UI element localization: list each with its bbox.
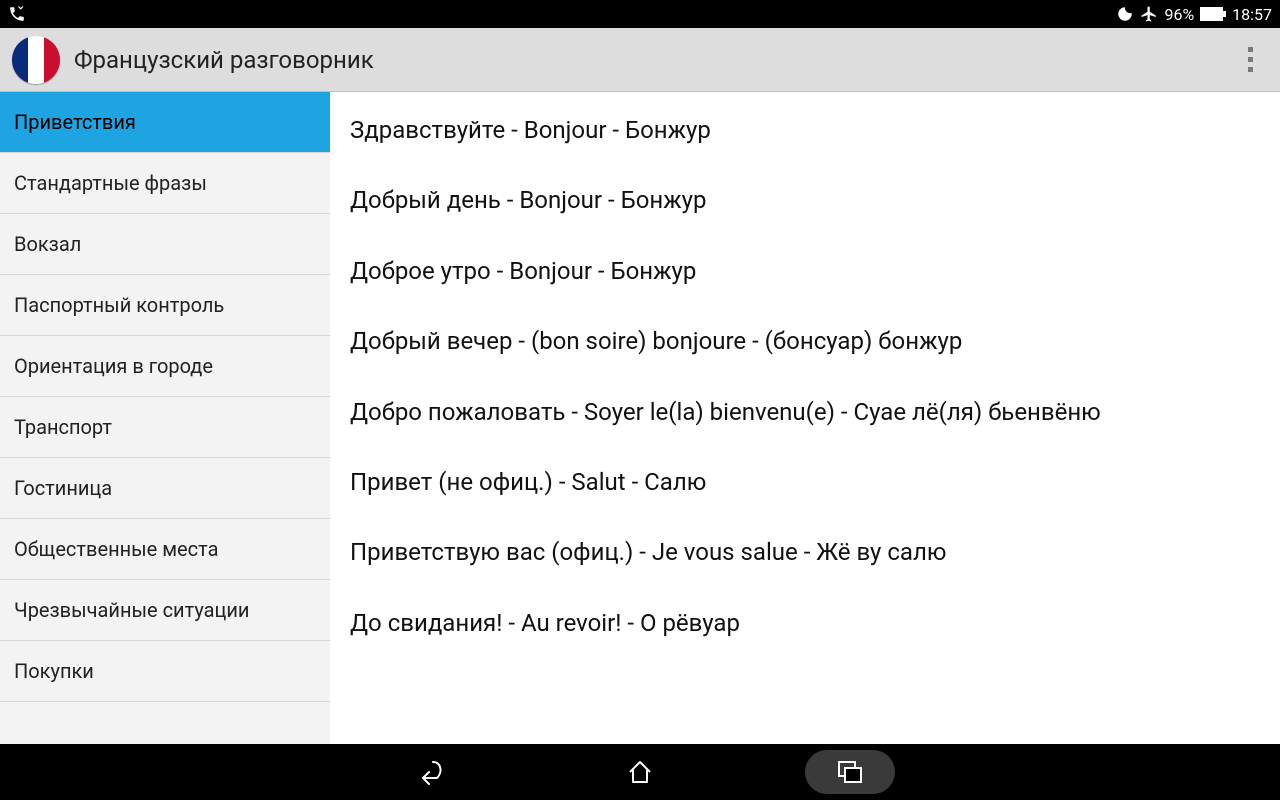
phrase-item[interactable]: Здравствуйте - Bonjour - Бонжур (350, 114, 1262, 146)
sidebar-item-category[interactable]: Паспортный контроль (0, 275, 330, 336)
phrase-item[interactable]: Привет (не офиц.) - Salut - Салю (350, 466, 1262, 498)
app-title: Французский разговорник (74, 46, 1232, 74)
battery-percentage: 96% (1164, 5, 1194, 24)
main-content: ПриветствияСтандартные фразыВокзалПаспор… (0, 92, 1280, 744)
battery-icon (1200, 7, 1226, 21)
back-button[interactable] (385, 750, 475, 794)
recent-apps-button[interactable] (805, 750, 895, 794)
sidebar-item-category[interactable]: Приветствия (0, 92, 330, 153)
status-bar: 96% 18:57 (0, 0, 1280, 28)
sidebar-item-category[interactable]: Транспорт (0, 397, 330, 458)
app-bar: Французский разговорник (0, 28, 1280, 92)
sidebar-item-category[interactable]: Чрезвычайные ситуации (0, 580, 330, 641)
phrase-item[interactable]: Добрый вечер - (bon soire) bonjoure - (б… (350, 325, 1262, 357)
overflow-menu-button[interactable] (1232, 36, 1268, 84)
sidebar-item-category[interactable]: Вокзал (0, 214, 330, 275)
category-sidebar: ПриветствияСтандартные фразыВокзалПаспор… (0, 92, 330, 744)
home-button[interactable] (595, 750, 685, 794)
phrase-item[interactable]: До свидания! - Au revoir! - О рёвуар (350, 607, 1262, 639)
moon-icon (1116, 5, 1134, 23)
airplane-icon (1140, 5, 1158, 23)
status-left (8, 5, 26, 23)
france-flag-icon (12, 36, 60, 84)
sidebar-item-category[interactable]: Ориентация в городе (0, 336, 330, 397)
sidebar-item-category[interactable]: Покупки (0, 641, 330, 702)
call-icon (8, 5, 26, 23)
sidebar-item-category[interactable]: Стандартные фразы (0, 153, 330, 214)
clock-time: 18:57 (1232, 5, 1272, 24)
phrase-item[interactable]: Добро пожаловать - Soyer le(la) bienvenu… (350, 396, 1262, 428)
sidebar-item-category[interactable]: Общественные места (0, 519, 330, 580)
status-right: 96% 18:57 (1116, 5, 1272, 24)
phrase-list: Здравствуйте - Bonjour - Бонжур Добрый де… (330, 92, 1280, 744)
sidebar-item-category[interactable]: Гостиница (0, 458, 330, 519)
phrase-item[interactable]: Приветствую вас (офиц.) - Je vous salue … (350, 536, 1262, 568)
phrase-item[interactable]: Добрый день - Bonjour - Бонжур (350, 184, 1262, 216)
system-nav-bar (0, 744, 1280, 800)
phrase-item[interactable]: Доброе утро - Bonjour - Бонжур (350, 255, 1262, 287)
